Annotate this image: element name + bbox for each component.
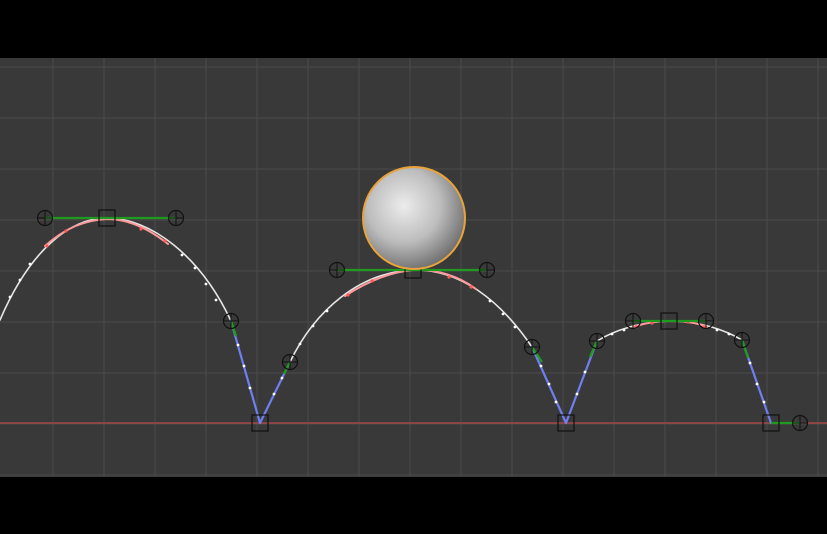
circle-handle-icon[interactable] (222, 312, 240, 330)
circle-handle-icon[interactable] (733, 331, 751, 349)
letterbox-bottom (0, 477, 827, 534)
circle-handle-icon[interactable] (588, 332, 606, 350)
circle-handle-icon[interactable] (281, 353, 299, 371)
sphere-icon[interactable] (362, 166, 466, 270)
circle-handle-icon[interactable] (478, 261, 496, 279)
circle-handle-icon[interactable] (697, 312, 715, 330)
letterbox-top (0, 0, 827, 58)
circle-handle-icon[interactable] (328, 261, 346, 279)
circle-handle-icon[interactable] (523, 338, 541, 356)
circle-handle-icon[interactable] (167, 209, 185, 227)
circle-handle-icon[interactable] (36, 209, 54, 227)
animation-curve-canvas[interactable] (0, 58, 827, 477)
circle-handle-icon[interactable] (791, 414, 809, 432)
circle-handle-icon[interactable] (624, 312, 642, 330)
ball-object[interactable] (362, 166, 466, 270)
graph-editor-viewport[interactable] (0, 58, 827, 477)
